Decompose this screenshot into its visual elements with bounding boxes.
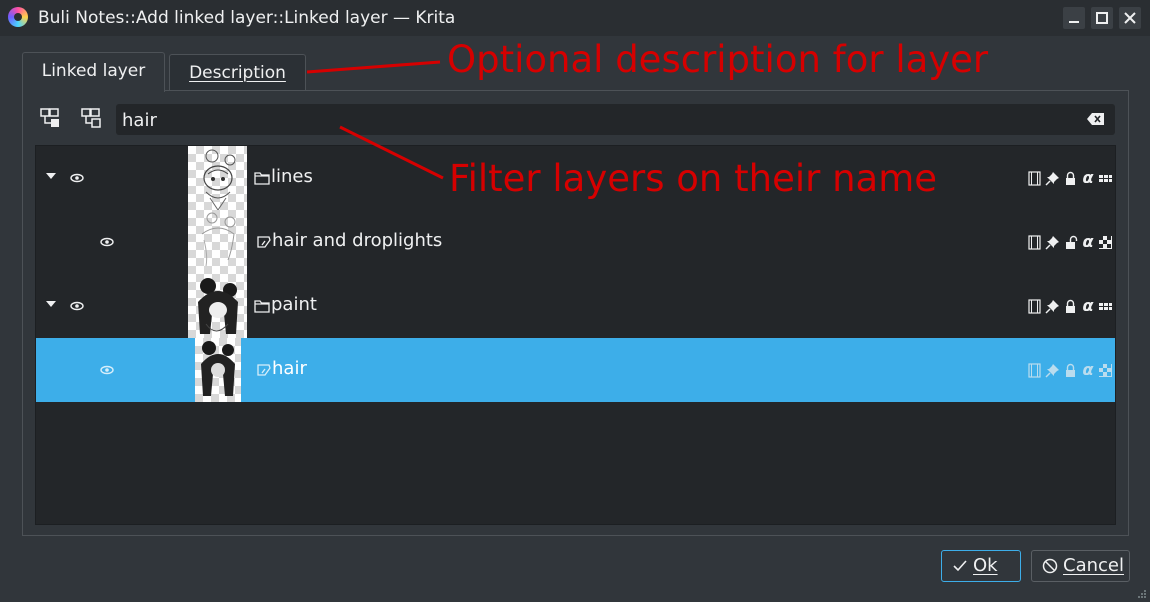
pin-icon[interactable] — [1045, 299, 1060, 314]
krita-logo-icon — [8, 7, 28, 27]
visibility-eye-icon[interactable] — [70, 301, 84, 311]
lock-icon[interactable] — [1063, 171, 1078, 186]
lock-icon[interactable] — [1063, 363, 1078, 378]
visibility-eye-icon[interactable] — [100, 365, 114, 375]
maximize-button[interactable] — [1091, 7, 1113, 29]
expand-arrow-icon[interactable] — [46, 301, 56, 307]
title-bar: Buli Notes::Add linked layer::Linked lay… — [0, 0, 1150, 36]
layer-list: lines α hair and droplights α paint α ha… — [35, 145, 1116, 525]
tab-linked-layer-label: Linked layer — [41, 61, 146, 81]
cancel-label: Cancel — [1063, 555, 1124, 576]
visibility-eye-icon[interactable] — [70, 173, 84, 183]
maximize-icon — [1096, 12, 1108, 24]
tab-description-label: Description — [189, 63, 286, 83]
paint-layer-icon — [257, 236, 271, 248]
pin-icon[interactable] — [1045, 171, 1060, 186]
hair-droplights-thumbnail-art — [201, 212, 236, 267]
layer-properties: α — [1027, 234, 1113, 250]
layer-thumbnail — [188, 146, 247, 211]
unlock-icon[interactable] — [1063, 235, 1078, 250]
tab-description[interactable]: Description — [169, 54, 306, 92]
filter-input[interactable] — [120, 107, 1074, 133]
minimize-button[interactable] — [1063, 7, 1085, 29]
pin-icon[interactable] — [1045, 363, 1060, 378]
resize-grip-icon[interactable] — [1137, 589, 1147, 599]
annotation-filter: Filter layers on their name — [449, 157, 938, 200]
paint-thumbnail-art — [198, 278, 238, 334]
lines-thumbnail-art — [203, 149, 236, 211]
layer-name: hair — [272, 358, 307, 379]
window-title: Buli Notes::Add linked layer::Linked lay… — [38, 8, 456, 28]
layer-thumbnail — [188, 210, 247, 274]
hair-thumbnail-art — [201, 341, 235, 396]
clear-text-icon[interactable] — [1087, 112, 1105, 126]
pass-through-icon[interactable] — [1098, 171, 1113, 186]
close-button[interactable] — [1119, 7, 1141, 29]
filter-field — [116, 104, 1115, 135]
minimize-icon — [1069, 21, 1079, 23]
animation-film-icon[interactable] — [1027, 362, 1042, 378]
animation-film-icon[interactable] — [1027, 234, 1042, 250]
layer-thumbnail — [195, 338, 241, 402]
layer-properties: α — [1027, 362, 1113, 378]
inherit-alpha-icon[interactable] — [1098, 363, 1113, 378]
layer-properties: α — [1027, 298, 1113, 314]
expand-all-button[interactable] — [38, 106, 64, 132]
ok-button[interactable]: Ok — [941, 550, 1021, 582]
layer-name: lines — [271, 166, 313, 187]
collapse-all-icon — [81, 108, 101, 128]
annotation-description: Optional description for layer — [447, 38, 989, 81]
layer-row[interactable]: hair and droplights α — [36, 210, 1115, 274]
layer-thumbnail — [188, 274, 247, 338]
ok-label: Ok — [973, 555, 998, 576]
layer-name: hair and droplights — [272, 230, 443, 251]
layer-row-selected[interactable]: hair α — [36, 338, 1115, 402]
layer-name: paint — [271, 294, 317, 315]
group-folder-icon — [254, 172, 270, 185]
close-icon — [1124, 12, 1136, 24]
expand-arrow-icon[interactable] — [46, 173, 56, 179]
inherit-alpha-icon[interactable] — [1098, 235, 1113, 250]
pass-through-icon[interactable] — [1098, 299, 1113, 314]
alpha-lock-icon[interactable]: α — [1081, 170, 1095, 186]
cancel-icon — [1042, 558, 1058, 574]
lock-icon[interactable] — [1063, 299, 1078, 314]
animation-film-icon[interactable] — [1027, 170, 1042, 186]
alpha-lock-icon[interactable]: α — [1081, 298, 1095, 314]
alpha-lock-icon[interactable]: α — [1081, 362, 1095, 378]
layer-row[interactable]: paint α — [36, 274, 1115, 338]
collapse-all-button[interactable] — [79, 106, 105, 132]
pin-icon[interactable] — [1045, 235, 1060, 250]
cancel-button[interactable]: Cancel — [1031, 550, 1130, 582]
expand-all-icon — [40, 108, 59, 127]
alpha-lock-icon[interactable]: α — [1081, 234, 1095, 250]
layer-properties: α — [1027, 170, 1113, 186]
animation-film-icon[interactable] — [1027, 298, 1042, 314]
tab-linked-layer[interactable]: Linked layer — [22, 52, 165, 92]
group-folder-icon — [254, 300, 270, 313]
paint-layer-icon — [257, 364, 271, 376]
checkmark-icon — [953, 560, 967, 572]
visibility-eye-icon[interactable] — [100, 237, 114, 247]
